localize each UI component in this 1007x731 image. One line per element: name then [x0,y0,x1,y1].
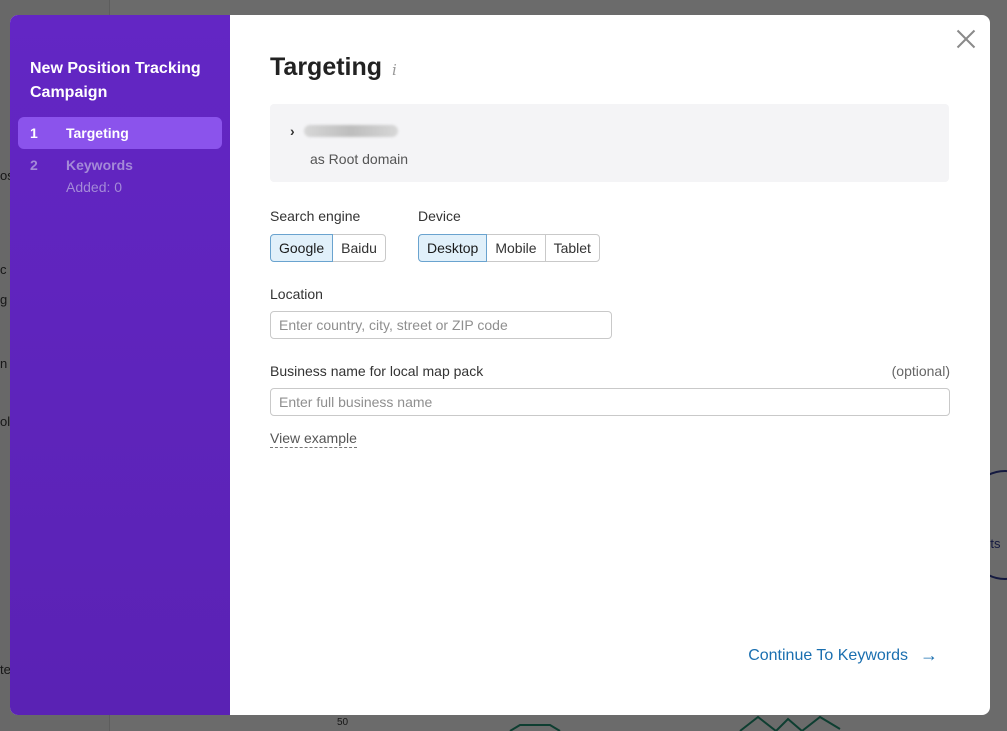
step-keywords-count: Added: 0 [66,179,123,195]
location-field-block: Location [270,286,950,339]
device-tablet-button[interactable]: Tablet [544,234,600,262]
step-number: 2 [30,157,38,173]
page-title: Targeting [270,53,383,81]
domain-summary: › as Root domain [270,104,949,182]
chevron-right-icon[interactable]: › [290,123,295,139]
device-toggle: Desktop Mobile Tablet [417,234,600,262]
step-keywords[interactable]: 2 Keywords Added: 0 [18,149,222,203]
close-icon[interactable] [956,29,976,49]
info-icon[interactable]: i [392,61,397,79]
step-label: Targeting [66,125,129,141]
business-name-input[interactable] [270,388,950,416]
view-example-link[interactable]: View example [270,430,357,448]
arrow-right-icon: → [920,645,938,665]
step-label: Keywords [66,157,133,173]
blurred-domain-name [304,125,398,137]
search-engine-label: Search engine [270,208,361,224]
page-title-row: Targeting i [270,53,950,82]
continue-to-keywords-button[interactable]: Continue To Keywords → [748,645,938,666]
business-name-label: Business name for local map pack [270,363,484,379]
step-number: 1 [30,125,38,141]
location-label: Location [270,286,323,302]
step-targeting[interactable]: 1 Targeting [18,117,222,149]
device-mobile-button[interactable]: Mobile [486,234,546,262]
search-engine-group: Search engine Google Baidu [270,208,386,262]
continue-label: Continue To Keywords [748,646,908,664]
business-field-block: Business name for local map pack (option… [270,363,950,416]
domain-scope: as Root domain [310,151,409,167]
device-desktop-button[interactable]: Desktop [417,234,488,262]
location-input[interactable] [270,311,612,339]
search-engine-baidu-button[interactable]: Baidu [332,234,386,262]
step-list: 1 Targeting 2 Keywords Added: 0 [18,117,222,203]
search-engine-google-button[interactable]: Google [270,234,334,262]
modal-sidebar-title: New Position Tracking Campaign [30,60,201,101]
business-label-row: Business name for local map pack (option… [270,363,950,379]
modal-content: Targeting i › as Root domain Search engi… [230,15,990,715]
device-group: Device Desktop Mobile Tablet [417,208,600,262]
search-engine-toggle: Google Baidu [270,234,386,262]
engine-device-row: Search engine Google Baidu Device Deskto… [270,208,950,262]
optional-tag: (optional) [891,363,950,379]
modal-sidebar: New Position Tracking Campaign 1 Targeti… [10,15,230,715]
new-campaign-modal: New Position Tracking Campaign 1 Targeti… [10,15,990,715]
device-label: Device [417,208,461,224]
